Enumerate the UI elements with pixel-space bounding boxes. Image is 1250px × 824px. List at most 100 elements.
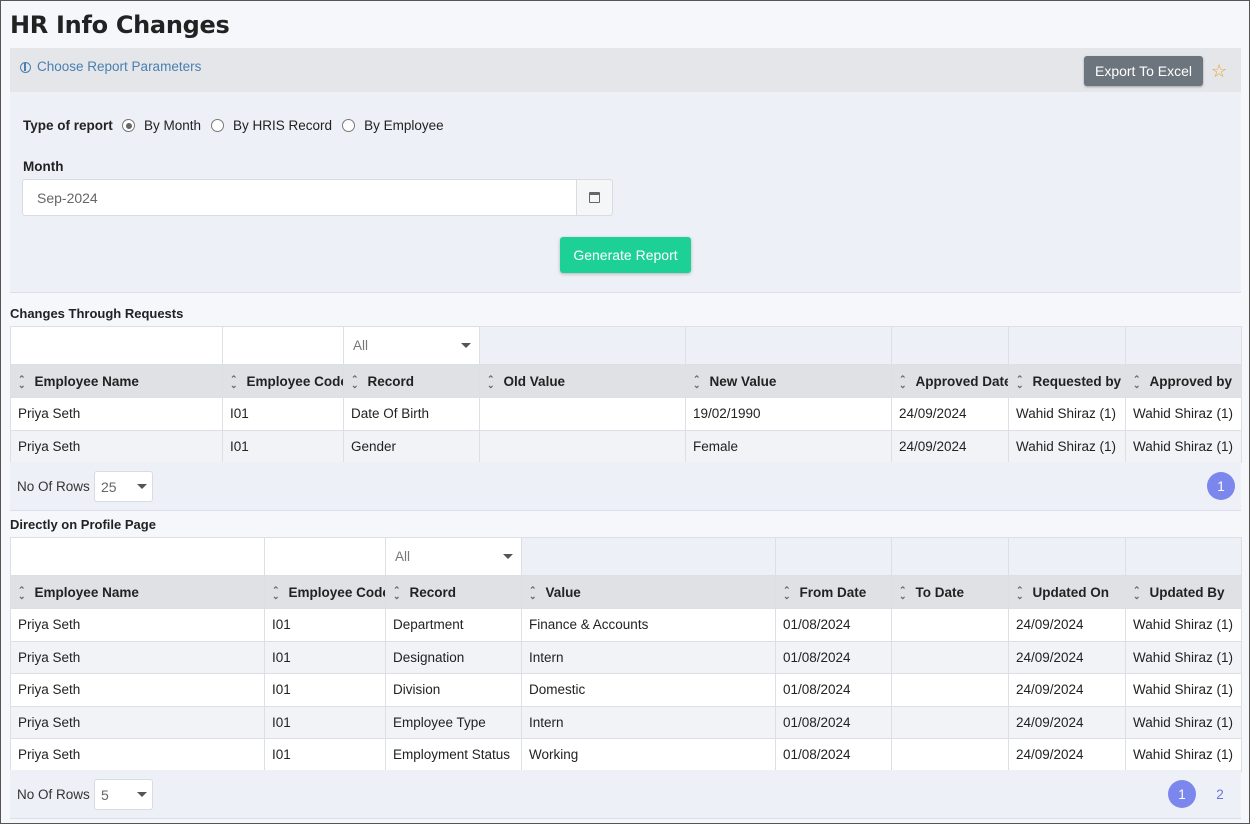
radio-by-employee-control[interactable] xyxy=(342,119,356,132)
sort-icon[interactable]: ⌃ ⌄ xyxy=(230,374,238,389)
cell-updated-by: Wahid Shiraz (1) xyxy=(1125,705,1242,739)
sort-icon[interactable]: ⌃ ⌄ xyxy=(783,585,791,600)
column-header-updated-on[interactable]: ⌃ ⌄ Updated On xyxy=(1008,575,1126,609)
sort-icon[interactable]: ⌃ ⌄ xyxy=(1016,374,1024,389)
parameters-panel: Type of report By Month By HRIS Record B… xyxy=(10,92,1241,293)
cell-value: Intern xyxy=(521,640,776,674)
cell-value: Intern xyxy=(521,705,776,739)
column-header-from-date[interactable]: ⌃ ⌄ From Date xyxy=(775,575,892,609)
table-row[interactable]: Priya Seth I01 Employment Status Working 01/… xyxy=(10,738,1242,772)
cell-updated-on: 24/09/2024 xyxy=(1008,738,1126,772)
column-header-record[interactable]: ⌃ ⌄ Record xyxy=(343,364,480,398)
column-header-label: Value xyxy=(545,584,581,600)
column-header-value[interactable]: ⌃ ⌄ Value xyxy=(521,575,776,609)
filter-employee-name[interactable] xyxy=(10,537,265,576)
filter-employee-code[interactable] xyxy=(264,537,386,576)
radio-by-hris-record-control[interactable] xyxy=(211,119,225,132)
cell-old-value xyxy=(479,397,686,431)
sort-icon[interactable]: ⌃ ⌄ xyxy=(693,374,701,389)
radio-by-month[interactable]: By Month xyxy=(122,118,201,133)
sort-icon[interactable]: ⌃ ⌄ xyxy=(272,585,280,600)
type-of-report-label: Type of report xyxy=(23,118,113,133)
column-header-employee-code[interactable]: ⌃ ⌄ Employee Code xyxy=(264,575,386,609)
sort-icon[interactable]: ⌃ ⌄ xyxy=(899,374,907,389)
header-row: ⌃ ⌄ Employee Name ⌃ ⌄ Employee Code ⌃ ⌄ Record ⌃ ⌄… xyxy=(10,364,1242,398)
column-header-employee-code[interactable]: ⌃ ⌄ Employee Code xyxy=(222,364,344,398)
cell-from-date: 01/08/2024 xyxy=(775,705,892,739)
sort-icon[interactable]: ⌃ ⌄ xyxy=(393,585,401,600)
star-icon[interactable]: ☆ xyxy=(1211,61,1227,81)
generate-report-button[interactable]: Generate Report xyxy=(560,237,691,273)
sort-icon[interactable]: ⌃ ⌄ xyxy=(899,585,907,600)
cell-approved-date: 24/09/2024 xyxy=(891,429,1009,463)
rows-per-page-label: No Of Rows : xyxy=(17,479,98,494)
cell-requested-by: Wahid Shiraz (1) xyxy=(1008,429,1126,463)
radio-by-month-control[interactable] xyxy=(122,119,135,132)
page-2-button[interactable]: 2 xyxy=(1206,780,1234,808)
caret-down-icon xyxy=(137,484,147,489)
sort-icon[interactable]: ⌃ ⌄ xyxy=(1016,585,1024,600)
cell-requested-by: Wahid Shiraz (1) xyxy=(1008,397,1126,431)
filter-record-select[interactable]: All xyxy=(385,537,522,576)
sort-icon[interactable]: ⌃ ⌄ xyxy=(529,585,537,600)
radio-by-month-label: By Month xyxy=(144,118,202,133)
filter-employee-code[interactable] xyxy=(222,326,344,365)
table-row[interactable]: Priya Seth I01 Designation Intern 01/08/2024… xyxy=(10,640,1242,674)
column-header-new-value[interactable]: ⌃ ⌄ New Value xyxy=(685,364,892,398)
filter-empty xyxy=(1008,326,1126,365)
requests-table: All ⌃ ⌄ Employee Name ⌃ ⌄ Employee Code ⌃ ⌄ Reco… xyxy=(10,326,1242,463)
cell-employee-name: Priya Seth xyxy=(10,640,265,674)
cell-employee-name: Priya Seth xyxy=(10,705,265,739)
profile-table: All ⌃ ⌄ Employee Name ⌃ ⌄ Employee Code ⌃ ⌄ Reco… xyxy=(10,537,1242,772)
column-header-to-date[interactable]: ⌃ ⌄ To Date xyxy=(891,575,1009,609)
rows-per-page-select[interactable]: 25 xyxy=(94,471,153,502)
cell-from-date: 01/08/2024 xyxy=(775,738,892,772)
chart-pie-icon xyxy=(20,62,31,73)
cell-updated-by: Wahid Shiraz (1) xyxy=(1125,608,1242,642)
cell-record: Employee Type xyxy=(385,705,522,739)
column-header-old-value[interactable]: ⌃ ⌄ Old Value xyxy=(479,364,686,398)
cell-new-value: 19/02/1990 xyxy=(685,397,892,431)
table-row[interactable]: Priya Seth I01 Date Of Birth 19/02/1990 24/0… xyxy=(10,397,1242,431)
rows-per-page-select[interactable]: 5 xyxy=(94,779,153,810)
sort-icon[interactable]: ⌃ ⌄ xyxy=(18,374,26,389)
column-header-label: Old Value xyxy=(503,373,566,389)
cell-employee-name: Priya Seth xyxy=(10,608,265,642)
export-to-excel-button[interactable]: Export To Excel xyxy=(1084,56,1203,86)
column-header-approved-date[interactable]: ⌃ ⌄ Approved Date xyxy=(891,364,1009,398)
sort-icon[interactable]: ⌃ ⌄ xyxy=(487,374,495,389)
sort-icon[interactable]: ⌃ ⌄ xyxy=(1133,374,1141,389)
filter-record-select[interactable]: All xyxy=(343,326,480,365)
month-label: Month xyxy=(23,159,64,174)
month-input[interactable]: Sep-2024 xyxy=(22,179,577,216)
cell-updated-by: Wahid Shiraz (1) xyxy=(1125,738,1242,772)
column-header-label: Approved Date xyxy=(915,373,1009,389)
report-type-radio-group: By Month By HRIS Record By Employee xyxy=(122,118,454,133)
table-row[interactable]: Priya Seth I01 Department Finance & Account… xyxy=(10,608,1242,642)
page-frame: HR Info Changes Choose Report Parameters… xyxy=(0,0,1250,824)
cell-from-date: 01/08/2024 xyxy=(775,608,892,642)
cell-to-date xyxy=(891,640,1009,674)
radio-by-hris-record[interactable]: By HRIS Record xyxy=(211,118,332,133)
column-header-updated-by[interactable]: ⌃ ⌄ Updated By xyxy=(1125,575,1242,609)
sort-icon[interactable]: ⌃ ⌄ xyxy=(351,374,359,389)
column-header-requested-by[interactable]: ⌃ ⌄ Requested by xyxy=(1008,364,1126,398)
choose-report-parameters-link[interactable]: Choose Report Parameters xyxy=(20,59,201,74)
radio-by-employee[interactable]: By Employee xyxy=(342,118,444,133)
filter-employee-name[interactable] xyxy=(10,326,223,365)
cell-to-date xyxy=(891,705,1009,739)
table-row[interactable]: Priya Seth I01 Employee Type Intern 01/08/20… xyxy=(10,705,1242,739)
column-header-record[interactable]: ⌃ ⌄ Record xyxy=(385,575,522,609)
cell-record: Date Of Birth xyxy=(343,397,480,431)
table-row[interactable]: Priya Seth I01 Gender Female 24/09/2024 Wahid… xyxy=(10,429,1242,463)
page-1-button[interactable]: 1 xyxy=(1168,780,1196,808)
column-header-employee-name[interactable]: ⌃ ⌄ Employee Name xyxy=(10,575,265,609)
column-header-employee-name[interactable]: ⌃ ⌄ Employee Name xyxy=(10,364,223,398)
column-header-approved-by[interactable]: ⌃ ⌄ Approved by xyxy=(1125,364,1242,398)
column-header-label: To Date xyxy=(915,584,965,600)
calendar-button[interactable] xyxy=(576,179,613,216)
page-1-button[interactable]: 1 xyxy=(1207,472,1235,500)
table-row[interactable]: Priya Seth I01 Division Domestic 01/08/2024 2… xyxy=(10,673,1242,707)
sort-icon[interactable]: ⌃ ⌄ xyxy=(18,585,26,600)
sort-icon[interactable]: ⌃ ⌄ xyxy=(1133,585,1141,600)
